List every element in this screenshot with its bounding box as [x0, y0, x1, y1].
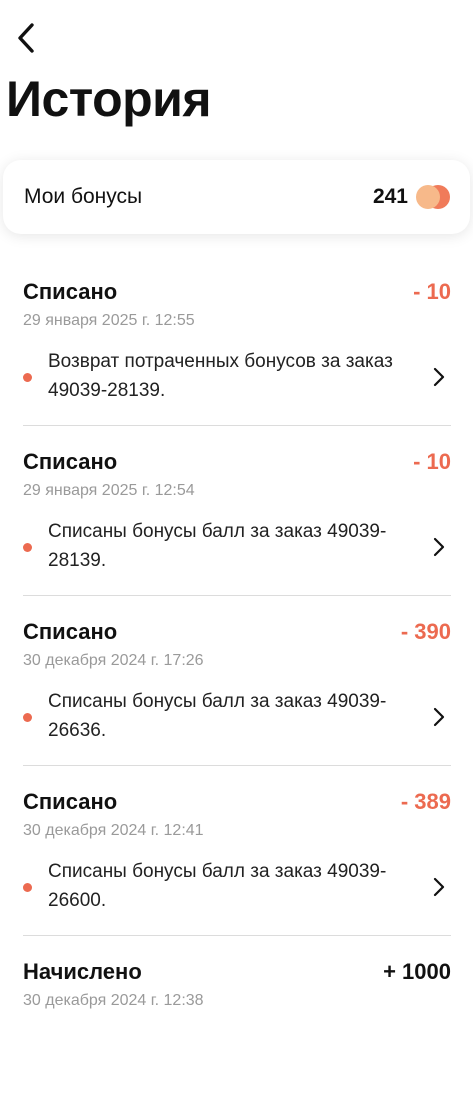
entry-amount: - 10	[413, 449, 451, 474]
entry-type: Списано	[23, 619, 118, 644]
chevron-right-icon	[433, 707, 445, 727]
entry-type: Списано	[23, 279, 118, 304]
chevron-right-icon	[433, 877, 445, 897]
bonus-balance: 241	[373, 185, 450, 209]
chevron-left-icon	[18, 23, 34, 53]
entry-date: 30 декабря 2024 г. 12:38	[23, 992, 204, 1009]
divider	[23, 425, 451, 426]
history-list: Списано - 10 29 января 2025 г. 12:55 Воз…	[0, 265, 473, 1115]
status-dot-icon	[23, 543, 32, 552]
divider	[23, 935, 451, 936]
status-dot-icon	[23, 883, 32, 892]
entry-type: Списано	[23, 789, 118, 814]
bonus-value: 241	[372, 185, 408, 208]
entry-amount: - 389	[400, 789, 451, 814]
back-button[interactable]	[10, 20, 42, 56]
divider	[23, 765, 451, 766]
divider	[23, 595, 451, 596]
history-entry: Списано - 10 29 января 2025 г. 12:54 Спи…	[23, 435, 451, 605]
history-entry: Списано - 389 30 декабря 2024 г. 12:41 С…	[23, 775, 451, 945]
entry-date: 30 декабря 2024 г. 12:41	[23, 822, 204, 839]
entry-date: 29 января 2025 г. 12:55	[23, 312, 195, 329]
entry-details-link[interactable]: Списаны бонусы балл за заказ 49039-26636…	[23, 687, 451, 747]
chevron-right-icon	[433, 537, 445, 557]
history-entry: Списано - 10 29 января 2025 г. 12:55 Воз…	[23, 265, 451, 435]
entry-type: Списано	[23, 449, 118, 474]
entry-amount: + 1000	[383, 959, 451, 984]
page-title: История	[6, 71, 212, 127]
entry-amount: - 10	[413, 279, 451, 304]
entry-description: Возврат потраченных бонусов за заказ 490…	[48, 351, 393, 401]
entry-details-link[interactable]: Возврат потраченных бонусов за заказ 490…	[23, 347, 451, 407]
bonus-label: Мои бонусы	[24, 185, 143, 208]
entry-type: Начислено	[23, 959, 142, 984]
status-dot-icon	[23, 713, 32, 722]
history-entry: Начислено + 1000 30 декабря 2024 г. 12:3…	[23, 945, 451, 1115]
entry-details-link[interactable]: Списаны бонусы балл за заказ 49039-28139…	[23, 517, 451, 577]
chevron-right-icon	[433, 367, 445, 387]
entry-description: Списаны бонусы балл за заказ 49039-26600…	[48, 861, 387, 911]
status-dot-icon	[23, 373, 32, 382]
entry-date: 30 декабря 2024 г. 17:26	[23, 652, 204, 669]
coins-icon	[416, 185, 450, 209]
entry-amount: - 390	[400, 619, 451, 644]
entry-details-link[interactable]: Списаны бонусы балл за заказ 49039-26600…	[23, 857, 451, 917]
entry-date: 29 января 2025 г. 12:54	[23, 482, 195, 499]
entry-description: Списаны бонусы балл за заказ 49039-26636…	[48, 691, 387, 741]
entry-description: Списаны бонусы балл за заказ 49039-28139…	[48, 521, 387, 571]
history-entry: Списано - 390 30 декабря 2024 г. 17:26 С…	[23, 605, 451, 775]
my-bonuses-card[interactable]: Мои бонусы 241	[3, 160, 470, 234]
